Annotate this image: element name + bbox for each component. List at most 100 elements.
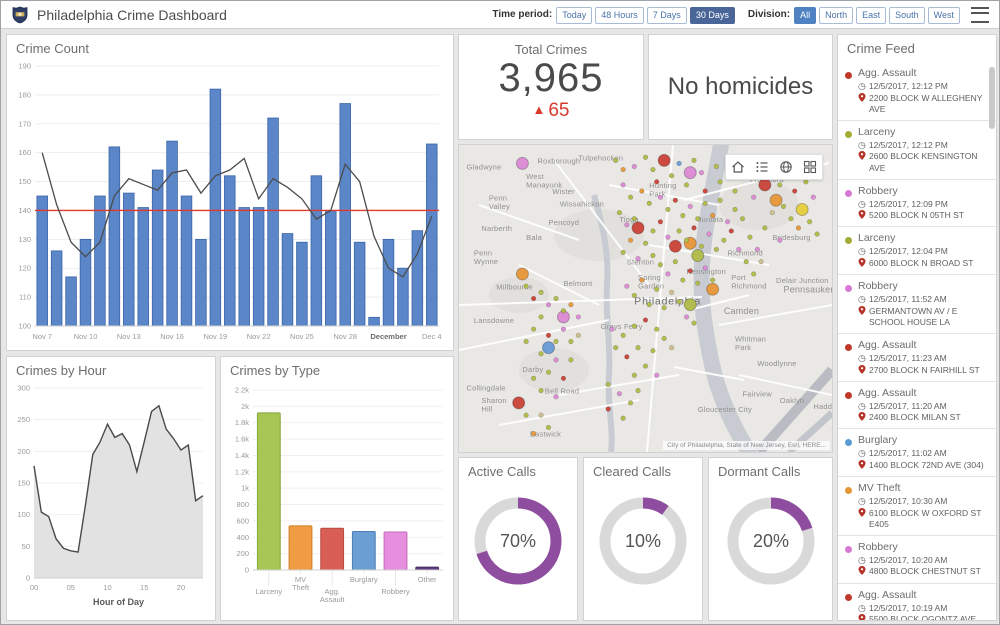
clock-icon: ◷: [858, 199, 866, 211]
svg-text:Nov 13: Nov 13: [117, 332, 141, 341]
crime-type-dot-icon: [845, 72, 852, 79]
svg-text:MVTheft: MVTheft: [292, 575, 310, 592]
dormant-calls-panel: Dormant Calls 20%: [708, 457, 833, 621]
crime-map[interactable]: GladwyneRoxboroughTulpehockenWestManayun…: [459, 145, 832, 452]
svg-text:20%: 20%: [752, 531, 788, 551]
svg-text:00: 00: [30, 583, 38, 592]
svg-text:Darby: Darby: [522, 365, 543, 374]
svg-text:200: 200: [236, 549, 249, 558]
svg-text:10%: 10%: [625, 531, 661, 551]
svg-text:Pennsauken: Pennsauken: [784, 284, 832, 294]
total-crimes-title: Total Crimes: [459, 42, 643, 57]
feed-item[interactable]: Agg. Assault◷12/5/2017, 11:20 AM2400 BLO…: [838, 382, 996, 430]
feed-item-type: Agg. Assault: [858, 589, 976, 601]
feed-item[interactable]: Larceny◷12/5/2017, 12:04 PM6000 BLOCK N …: [838, 227, 996, 275]
feed-item-body: MV Theft◷12/5/2017, 10:30 AM6100 BLOCK W…: [858, 482, 988, 530]
time-period-button-30-days[interactable]: 30 Days: [690, 7, 735, 24]
feed-item[interactable]: Burglary◷12/5/2017, 11:02 AM1400 BLOCK 7…: [838, 429, 996, 477]
feed-item[interactable]: Agg. Assault◷12/5/2017, 10:19 AM5500 BLO…: [838, 584, 996, 620]
feed-item[interactable]: Robbery◷12/5/2017, 10:20 AM4800 BLOCK CH…: [838, 536, 996, 584]
svg-text:Robbery: Robbery: [381, 587, 410, 596]
feed-item[interactable]: Robbery◷12/5/2017, 11:52 AMGERMANTOWN AV…: [838, 275, 996, 334]
svg-text:150: 150: [18, 177, 31, 186]
svg-text:20: 20: [177, 583, 185, 592]
svg-text:140: 140: [18, 206, 31, 215]
svg-text:Haddon: Haddon: [813, 402, 832, 411]
svg-text:Belmont: Belmont: [563, 279, 593, 288]
svg-text:130: 130: [18, 235, 31, 244]
feed-item-body: Agg. Assault◷12/5/2017, 11:23 AM2700 BLO…: [858, 339, 980, 376]
feed-item-type: Agg. Assault: [858, 67, 988, 79]
clock-icon: ◷: [858, 140, 866, 152]
svg-text:Nov 19: Nov 19: [203, 332, 227, 341]
dormant-calls-gauge[interactable]: 20%: [717, 485, 825, 597]
crime-count-chart[interactable]: 100110120130140150160170180190Nov 7Nov 1…: [7, 58, 447, 344]
division-button-east[interactable]: East: [856, 7, 886, 24]
feed-item-body: Robbery◷12/5/2017, 11:52 AMGERMANTOWN AV…: [858, 280, 988, 328]
division-button-south[interactable]: South: [889, 7, 925, 24]
feed-item-time: ◷12/5/2017, 10:20 AM: [858, 555, 981, 567]
crime-type-dot-icon: [845, 285, 852, 292]
svg-text:300: 300: [17, 384, 30, 393]
svg-text:Wissahickon: Wissahickon: [560, 199, 604, 208]
feed-item-type: MV Theft: [858, 482, 988, 494]
svg-text:100: 100: [18, 322, 31, 331]
svg-text:Lansdowne: Lansdowne: [474, 316, 514, 325]
svg-text:Collingdale: Collingdale: [466, 384, 505, 393]
crime-type-dot-icon: [845, 237, 852, 244]
feed-item-address: 2700 BLOCK N FAIRHILL ST: [858, 365, 980, 376]
feed-item-time: ◷12/5/2017, 11:52 AM: [858, 294, 988, 306]
crime-count-title: Crime Count: [7, 35, 453, 58]
crime-type-dot-icon: [845, 487, 852, 494]
apps-grid-icon[interactable]: [802, 159, 818, 175]
division-button-group: AllNorthEastSouthWest: [794, 5, 963, 24]
time-period-button-today[interactable]: Today: [556, 7, 592, 24]
hamburger-menu-icon[interactable]: [971, 7, 989, 23]
map-panel[interactable]: GladwyneRoxboroughTulpehockenWestManayun…: [458, 144, 833, 453]
crime-type-dot-icon: [845, 190, 852, 197]
crime-type-dot-icon: [845, 344, 852, 351]
svg-text:Gloucester City: Gloucester City: [698, 405, 752, 414]
svg-text:600: 600: [236, 516, 249, 525]
legend-list-icon[interactable]: [754, 159, 770, 175]
svg-text:1.4k: 1.4k: [235, 451, 249, 460]
time-period-button-7-days[interactable]: 7 Days: [647, 7, 687, 24]
feed-item-body: Agg. Assault◷12/5/2017, 10:19 AM5500 BLO…: [858, 589, 976, 620]
clock-icon: ◷: [858, 353, 866, 365]
cleared-calls-panel: Cleared Calls 10%: [583, 457, 703, 621]
feed-item[interactable]: MV Theft◷12/5/2017, 10:30 AM6100 BLOCK W…: [838, 477, 996, 536]
feed-scrollbar[interactable]: [989, 67, 995, 129]
total-crimes-panel: Total Crimes 3,965 ▲65: [458, 34, 644, 140]
division-button-north[interactable]: North: [819, 7, 853, 24]
total-crimes-delta: ▲65: [459, 100, 643, 122]
crimes-by-hour-chart[interactable]: 0501001502002503000005101520Hour of Day: [7, 380, 211, 612]
feed-item-body: Larceny◷12/5/2017, 12:04 PM6000 BLOCK N …: [858, 232, 973, 269]
svg-text:Nov 25: Nov 25: [290, 332, 314, 341]
feed-item-type: Larceny: [858, 126, 988, 138]
feed-item[interactable]: Robbery◷12/5/2017, 12:09 PM5200 BLOCK N …: [838, 180, 996, 228]
crimes-by-type-chart[interactable]: 02004006008001k1.2k1.4k1.6k1.8k2k2.2kLar…: [221, 380, 449, 612]
svg-text:180: 180: [18, 90, 31, 99]
svg-text:Camden: Camden: [724, 306, 759, 316]
svg-text:15: 15: [140, 583, 148, 592]
svg-text:200: 200: [17, 447, 30, 456]
svg-text:1.8k: 1.8k: [235, 418, 249, 427]
feed-item[interactable]: Larceny◷12/5/2017, 12:12 PM2600 BLOCK KE…: [838, 121, 996, 180]
active-calls-gauge[interactable]: 70%: [464, 485, 572, 597]
feed-item-time: ◷12/5/2017, 12:12 PM: [858, 81, 988, 93]
svg-text:2k: 2k: [241, 402, 249, 411]
feed-item[interactable]: Agg. Assault◷12/5/2017, 11:23 AM2700 BLO…: [838, 334, 996, 382]
feed-item-address: 2400 BLOCK MILAN ST: [858, 412, 961, 423]
division-button-all[interactable]: All: [794, 7, 816, 24]
cleared-calls-gauge[interactable]: 10%: [589, 485, 697, 597]
division-button-west[interactable]: West: [928, 7, 960, 24]
basemap-icon[interactable]: [778, 159, 794, 175]
active-calls-panel: Active Calls 70%: [458, 457, 578, 621]
svg-text:Oaklyn: Oaklyn: [780, 396, 805, 405]
time-period-button-48-hours[interactable]: 48 Hours: [595, 7, 644, 24]
feed-item-time: ◷12/5/2017, 11:02 AM: [858, 448, 984, 460]
home-icon[interactable]: [730, 159, 746, 175]
crimes-by-hour-panel: Crimes by Hour 0501001502002503000005101…: [6, 356, 216, 621]
svg-text:December: December: [370, 332, 406, 341]
feed-item[interactable]: Agg. Assault◷12/5/2017, 12:12 PM2200 BLO…: [838, 62, 996, 121]
